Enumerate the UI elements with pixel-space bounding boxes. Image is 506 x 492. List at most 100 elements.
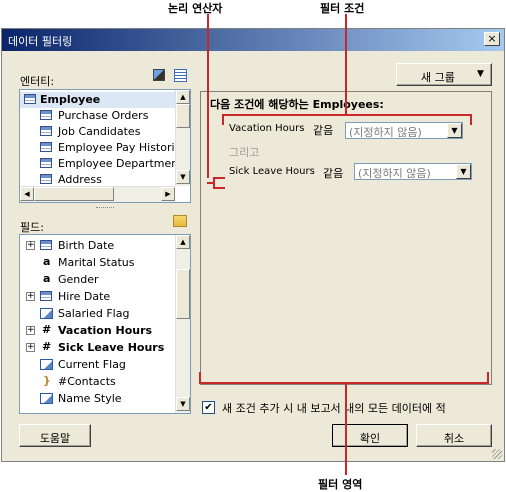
condition-field-label[interactable]: Sick Leave Hours: [229, 166, 315, 177]
condition-field-label[interactable]: Vacation Hours: [229, 123, 304, 134]
splitter-grip[interactable]: [96, 207, 114, 209]
expand-icon[interactable]: +: [26, 292, 35, 301]
dialog-title: 데이터 필터링: [8, 35, 73, 48]
expand-icon[interactable]: +: [26, 241, 35, 250]
field-item[interactable]: + # Vacation Hours: [20, 323, 175, 339]
field-item-label: Gender: [58, 273, 99, 286]
scroll-thumb[interactable]: [176, 269, 190, 319]
logical-operator-callout: 논리 연산자: [168, 2, 223, 15]
field-item-label: Salaried Flag: [58, 307, 130, 320]
table-icon: [40, 174, 52, 184]
logical-operator-bracket: [213, 187, 225, 189]
ok-button[interactable]: 확인: [332, 424, 408, 447]
boolean-field-icon: [40, 393, 53, 404]
condition-value: (지정하지 않음): [349, 126, 422, 139]
field-item[interactable]: + # Sick Leave Hours: [20, 340, 175, 356]
logical-operator-bracket: [213, 177, 225, 179]
fields-label: 필드:: [20, 221, 44, 234]
entity-list-hscrollbar[interactable]: ◀ ▶: [20, 186, 175, 202]
help-button[interactable]: 도움말: [19, 424, 91, 447]
field-item-label: Sick Leave Hours: [58, 341, 165, 354]
text-field-icon: a: [43, 255, 51, 268]
resize-grip-icon[interactable]: [492, 449, 502, 459]
condition-operator[interactable]: 같음: [323, 165, 343, 181]
filter-header: 다음 조건에 해당하는 Employees:: [210, 96, 384, 112]
apply-all-checkbox-label: 새 조건 추가 시 내 보고서 내의 모든 데이터에 적: [222, 402, 446, 415]
scroll-down-arrow-icon[interactable]: ▼: [176, 397, 190, 411]
filter-area[interactable]: 다음 조건에 해당하는 Employees: Vacation Hours 같음…: [200, 91, 492, 385]
date-field-icon: [40, 291, 52, 301]
field-item[interactable]: a Marital Status: [20, 255, 175, 271]
field-item-label: #Contacts: [58, 375, 116, 388]
scroll-up-arrow-icon[interactable]: ▲: [176, 235, 190, 249]
field-item[interactable]: a Gender: [20, 272, 175, 288]
entity-item-label: Employee Department H: [58, 157, 191, 170]
chevron-down-icon: ▼: [477, 69, 484, 79]
condition-value-combo[interactable]: (지정하지 않음) ▼: [345, 122, 463, 139]
cancel-button[interactable]: 취소: [416, 424, 492, 447]
expand-icon[interactable]: +: [26, 326, 35, 335]
field-item-label: Birth Date: [58, 239, 115, 252]
field-item[interactable]: Current Flag: [20, 357, 175, 373]
scroll-up-arrow-icon[interactable]: ▲: [176, 90, 190, 104]
field-item-label: Vacation Hours: [58, 324, 153, 337]
field-item[interactable]: Salaried Flag: [20, 306, 175, 322]
entity-view-icon[interactable]: [153, 69, 165, 81]
filter-area-bracket: [487, 372, 489, 384]
scroll-down-arrow-icon[interactable]: ▼: [176, 170, 190, 184]
table-icon: [40, 158, 52, 168]
filter-header-prefix: 다음 조건에 해당하는: [210, 98, 309, 111]
table-icon: [40, 126, 52, 136]
entity-list-scrollbar[interactable]: ▲ ▼: [175, 90, 190, 186]
entity-item[interactable]: Employee Department H: [20, 156, 190, 172]
field-list-scrollbar[interactable]: ▲ ▼: [175, 235, 190, 413]
entity-item[interactable]: Job Candidates: [20, 124, 175, 140]
filter-area-callout-line: [345, 383, 347, 475]
new-group-button[interactable]: 새 그룹 ▼: [396, 63, 492, 86]
scroll-thumb[interactable]: [176, 104, 190, 128]
help-button-label: 도움말: [39, 432, 71, 445]
field-item-label: Marital Status: [58, 256, 135, 269]
field-item-label: Hire Date: [58, 290, 111, 303]
field-item[interactable]: Name Style: [20, 391, 175, 407]
entity-item-label: Address: [58, 173, 102, 186]
chevron-down-icon[interactable]: ▼: [447, 123, 462, 138]
field-item-label: Name Style: [58, 392, 122, 405]
table-icon: [24, 94, 36, 104]
close-button[interactable]: ×: [484, 32, 500, 46]
apply-all-checkbox[interactable]: ✔: [202, 401, 215, 414]
logical-operator-callout-line: [207, 14, 209, 178]
text-field-icon: a: [43, 272, 51, 285]
entity-item[interactable]: Employee Pay Histories: [20, 140, 187, 156]
field-list: + Birth Date a Marital Status a Gender + Hire D…: [19, 234, 191, 414]
filter-condition-bracket: [222, 114, 472, 116]
entity-item-label: Employee Pay Histories: [58, 141, 188, 154]
entity-item[interactable]: Employee: [20, 92, 175, 108]
scroll-left-arrow-icon[interactable]: ◀: [20, 187, 34, 201]
condition-value: (지정하지 않음): [358, 167, 431, 180]
add-field-icon[interactable]: [173, 215, 187, 227]
entities-label: 엔터티:: [20, 75, 55, 88]
field-item-label: Current Flag: [58, 358, 126, 371]
filter-condition-callout-line: [345, 14, 347, 114]
field-item[interactable]: + Hire Date: [20, 289, 175, 305]
filter-condition-bracket: [222, 114, 224, 125]
scroll-right-arrow-icon[interactable]: ▶: [161, 187, 175, 201]
chevron-down-icon[interactable]: ▼: [456, 164, 471, 179]
expand-icon[interactable]: +: [26, 343, 35, 352]
logical-operator-bracket: [207, 182, 215, 184]
hscroll-thumb[interactable]: [34, 187, 114, 201]
entity-list-icon[interactable]: [174, 69, 187, 82]
field-item[interactable]: } #Contacts: [20, 374, 175, 390]
filter-area-bracket: [199, 382, 489, 384]
filter-condition-callout: 필터 조건: [320, 2, 365, 15]
condition-value-combo[interactable]: (지정하지 않음) ▼: [354, 163, 472, 180]
logical-operator[interactable]: 그리고: [229, 144, 259, 160]
entity-item-label: Employee: [40, 93, 101, 106]
entity-item[interactable]: Purchase Orders: [20, 108, 175, 124]
condition-operator[interactable]: 같음: [313, 122, 333, 138]
boolean-field-icon: [40, 359, 53, 370]
field-item[interactable]: + Birth Date: [20, 238, 175, 254]
dialog-titlebar: 데이터 필터링 ×: [2, 29, 504, 51]
aggregate-field-icon: }: [43, 374, 51, 387]
